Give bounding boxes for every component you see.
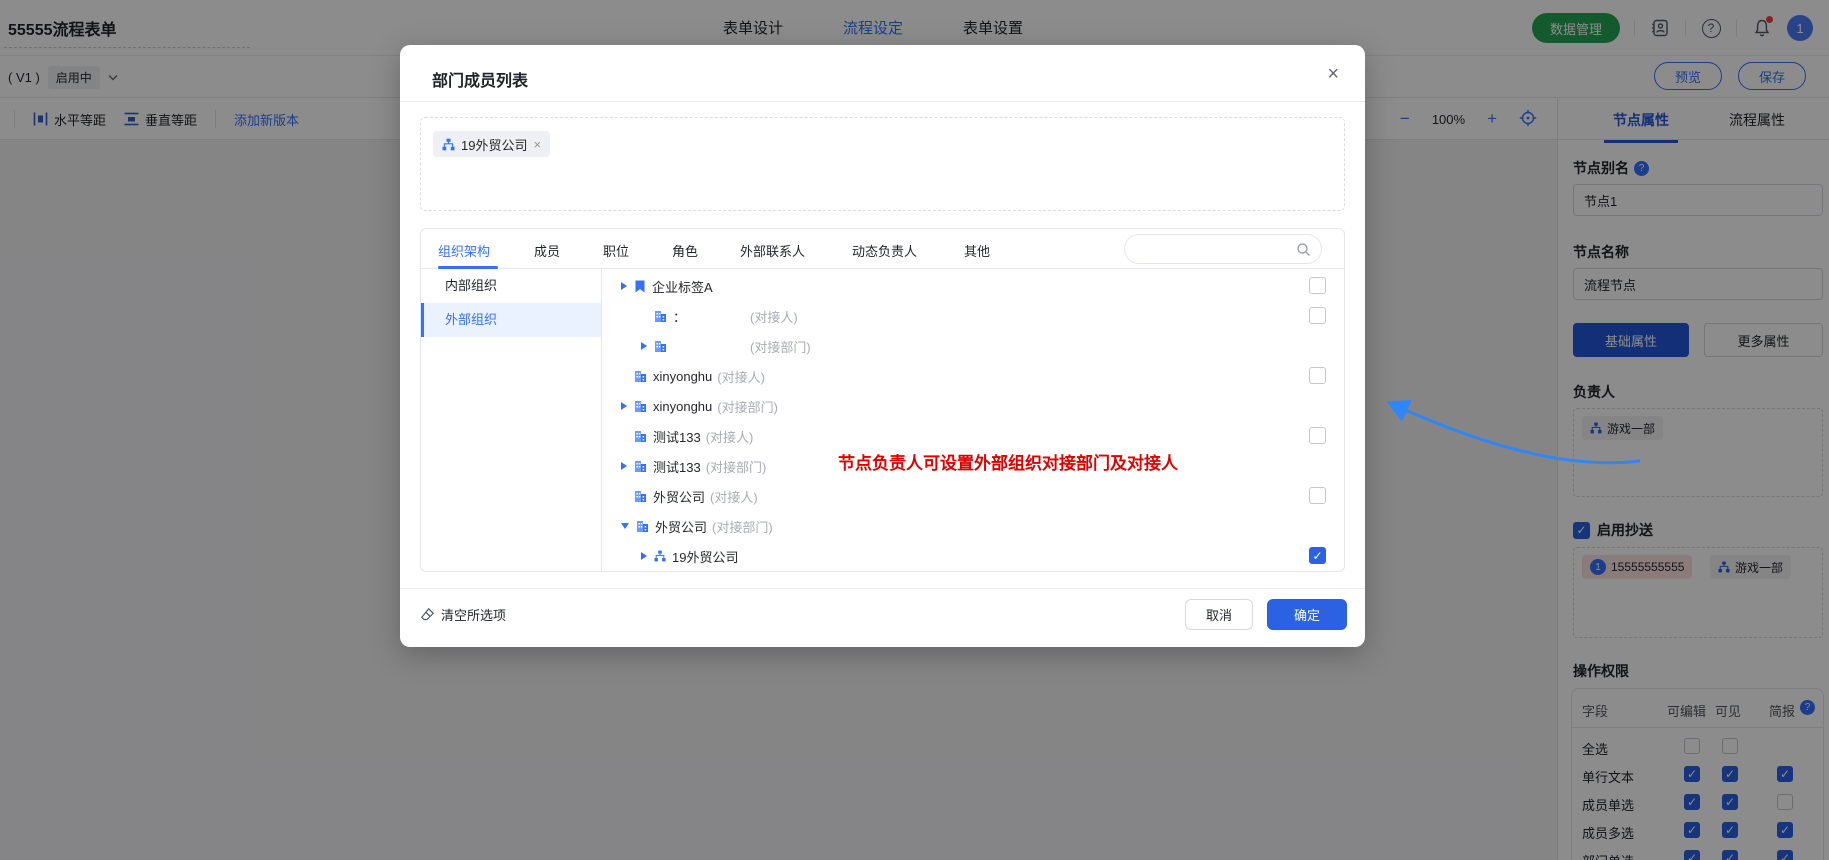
selected-items-box: 19外贸公司 × xyxy=(420,117,1345,211)
expand-arrow-icon[interactable] xyxy=(621,402,627,410)
building-icon xyxy=(634,460,647,473)
eraser-icon xyxy=(420,607,435,622)
tree-row[interactable]: 外贸公司 (对接部门) xyxy=(602,511,1345,541)
menu-item-internal-org[interactable]: 内部组织 xyxy=(421,269,601,303)
expand-arrow-icon[interactable] xyxy=(641,342,647,350)
close-icon[interactable]: × xyxy=(1327,63,1339,86)
expand-arrow-icon[interactable] xyxy=(621,462,627,470)
tree-row[interactable]: 外贸公司 (对接人) xyxy=(602,481,1345,511)
org-type-menu: 内部组织 外部组织 xyxy=(421,269,602,572)
row-checkbox[interactable] xyxy=(1309,427,1326,444)
annotation-text: 节点负责人可设置外部组织对接部门及对接人 xyxy=(838,449,1178,474)
divider xyxy=(400,588,1365,589)
picker-tabs: 组织架构 成员 职位 角色 外部联系人 动态负责人 其他 xyxy=(421,229,1344,269)
tree-row[interactable]: 测试133 (对接人) xyxy=(602,421,1345,451)
confirm-button[interactable]: 确定 xyxy=(1267,599,1347,630)
building-icon xyxy=(654,310,667,323)
tab-external-contacts[interactable]: 外部联系人 xyxy=(740,241,805,260)
row-checkbox[interactable] xyxy=(1309,277,1326,294)
tab-positions[interactable]: 职位 xyxy=(603,241,629,260)
search-icon xyxy=(1296,242,1311,257)
building-icon xyxy=(654,340,667,353)
building-icon xyxy=(634,400,647,413)
bookmark-icon xyxy=(634,280,646,293)
search-input[interactable] xyxy=(1124,234,1322,264)
tab-dynamic-owner[interactable]: 动态负责人 xyxy=(852,241,917,260)
expand-arrow-icon[interactable] xyxy=(621,523,629,529)
picker-panel: 组织架构 成员 职位 角色 外部联系人 动态负责人 其他 内部组织 外部组织 xyxy=(420,228,1345,572)
modal-title: 部门成员列表 xyxy=(432,67,528,91)
row-checkbox[interactable] xyxy=(1309,367,1326,384)
row-checkbox[interactable] xyxy=(1309,547,1326,564)
expand-arrow-icon[interactable] xyxy=(621,282,627,290)
building-icon xyxy=(634,490,647,503)
org-icon xyxy=(654,550,666,562)
selected-tag[interactable]: 19外贸公司 × xyxy=(433,131,550,157)
tree-row[interactable]: xinyonghu (对接人) xyxy=(602,361,1345,391)
expand-arrow-icon[interactable] xyxy=(641,552,647,560)
divider xyxy=(400,101,1365,102)
building-icon xyxy=(636,520,649,533)
clear-selection-button[interactable]: 清空所选项 xyxy=(420,605,506,624)
tree-row[interactable]: 企业标签A xyxy=(602,271,1345,301)
row-checkbox[interactable] xyxy=(1309,307,1326,324)
app-root: 55555流程表单 表单设计 流程设定 表单设置 数据管理 ? xyxy=(0,0,1829,860)
row-checkbox[interactable] xyxy=(1309,487,1326,504)
tab-org-structure[interactable]: 组织架构 xyxy=(438,241,490,260)
building-icon xyxy=(634,430,647,443)
expand-arrow-icon xyxy=(641,312,647,320)
department-member-modal: 部门成员列表 × 19外贸公司 × 组织架构 成员 职位 角色 外部联 xyxy=(400,45,1365,647)
menu-item-external-org[interactable]: 外部组织 xyxy=(421,303,601,337)
remove-tag-icon[interactable]: × xyxy=(533,137,541,152)
tree-row[interactable]: (对接部门) xyxy=(602,331,1345,361)
tree-row[interactable]: 19外贸公司 xyxy=(602,541,1345,571)
tree-row[interactable]: xinyonghu (对接部门) xyxy=(602,391,1345,421)
org-tree: 企业标签A ： (对接人) (对接部门) xyxy=(602,269,1345,572)
tree-row[interactable]: ： (对接人) xyxy=(602,301,1345,331)
expand-arrow-icon xyxy=(621,372,627,380)
expand-arrow-icon xyxy=(621,432,627,440)
building-icon xyxy=(634,370,647,383)
expand-arrow-icon xyxy=(621,492,627,500)
org-icon xyxy=(442,138,455,151)
tab-other[interactable]: 其他 xyxy=(964,241,990,260)
cancel-button[interactable]: 取消 xyxy=(1185,599,1253,630)
tab-roles[interactable]: 角色 xyxy=(672,241,698,260)
tab-members[interactable]: 成员 xyxy=(534,241,560,260)
